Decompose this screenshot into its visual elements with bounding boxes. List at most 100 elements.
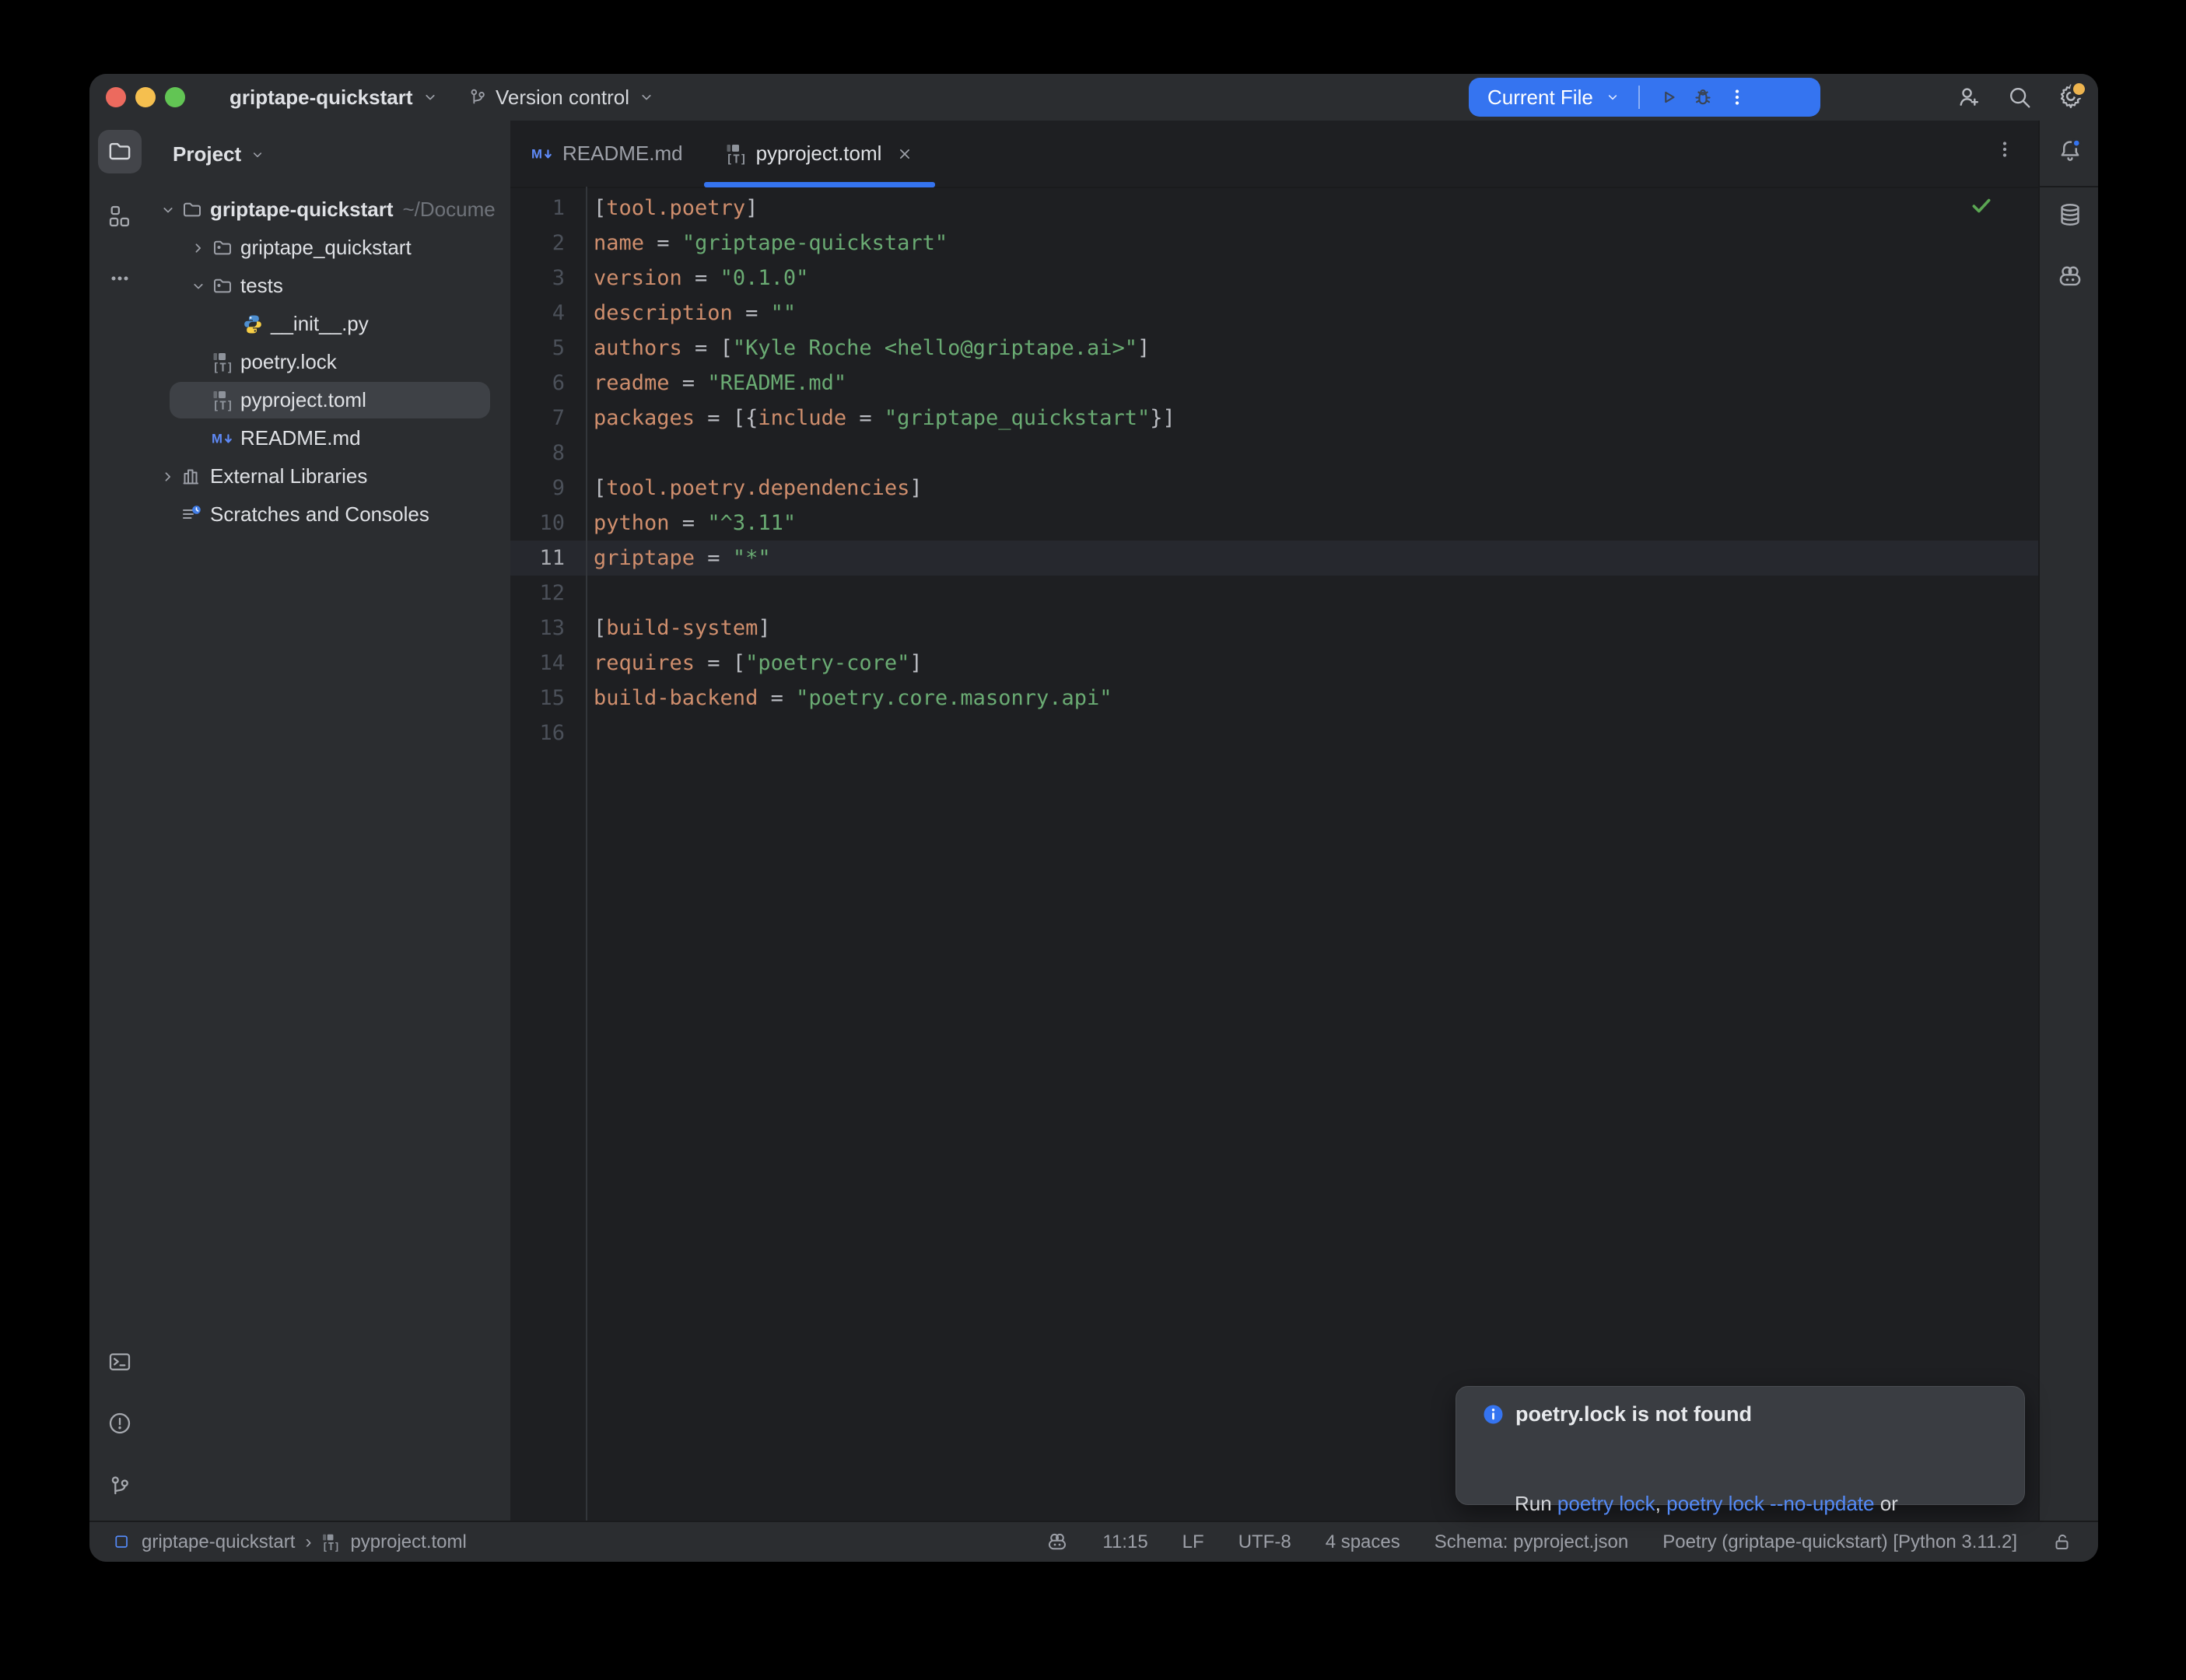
minimize-window-button[interactable] [135, 87, 156, 107]
tree-item--init-py[interactable]: __init__.py [150, 305, 510, 343]
notification-title: poetry.lock is not found [1515, 1402, 1752, 1426]
line-number[interactable]: 10 [510, 506, 586, 541]
problems-tool-button[interactable] [98, 1402, 142, 1445]
line-number[interactable]: 11 [510, 541, 586, 576]
line-number[interactable]: 5 [510, 331, 586, 366]
line-number[interactable]: 4 [510, 296, 586, 331]
project-tool-button[interactable] [98, 130, 142, 173]
debug-button-icon[interactable] [1691, 86, 1715, 109]
tree-item-readme-md[interactable]: MREADME.md [150, 419, 510, 457]
settings-gear-icon[interactable] [2058, 84, 2084, 110]
ai-status-icon[interactable] [1046, 1531, 1068, 1553]
traffic-lights [106, 87, 185, 107]
code-line-10[interactable]: 10python = "^3.11" [510, 506, 2038, 541]
svg-text:[T]: [T] [212, 360, 233, 373]
poetry-lock-no-update-link[interactable]: poetry lock --no-update [1666, 1492, 1874, 1515]
code-editor[interactable]: 1[tool.poetry]2name = "griptape-quicksta… [510, 187, 2038, 1521]
zoom-window-button[interactable] [165, 87, 185, 107]
code-line-2[interactable]: 2name = "griptape-quickstart" [510, 226, 2038, 261]
code-line-3[interactable]: 3version = "0.1.0" [510, 261, 2038, 296]
line-number[interactable]: 1 [510, 191, 586, 226]
line-number[interactable]: 9 [510, 471, 586, 506]
code-line-14[interactable]: 14requires = ["poetry-core"] [510, 646, 2038, 681]
line-number[interactable]: 3 [510, 261, 586, 296]
tree-item-external-libraries[interactable]: External Libraries [150, 457, 510, 495]
code-line-9[interactable]: 9[tool.poetry.dependencies] [510, 471, 2038, 506]
line-number[interactable]: 15 [510, 681, 586, 716]
line-number[interactable]: 14 [510, 646, 586, 681]
tree-item-label: README.md [240, 426, 361, 450]
lock-open-icon[interactable] [2051, 1531, 2073, 1553]
tree-item-tests[interactable]: tests [150, 267, 510, 305]
project-panel-header[interactable]: Project [173, 142, 266, 166]
more-tool-windows-button[interactable] [98, 257, 142, 300]
chevron-right-icon[interactable] [185, 239, 212, 257]
indent-style[interactable]: 4 spaces [1326, 1531, 1400, 1553]
info-icon [1483, 1404, 1504, 1425]
code-line-4[interactable]: 4description = "" [510, 296, 2038, 331]
structure-tool-button[interactable] [98, 194, 142, 238]
line-number[interactable]: 7 [510, 401, 586, 436]
line-ending[interactable]: LF [1182, 1531, 1204, 1553]
tab-pyproject[interactable]: [T] pyproject.toml [704, 121, 936, 187]
line-number[interactable]: 13 [510, 611, 586, 646]
caret-position[interactable]: 11:15 [1102, 1531, 1147, 1553]
code-line-11[interactable]: 11griptape = "*" [510, 541, 2038, 576]
search-icon[interactable] [2007, 85, 2033, 110]
database-tool-icon[interactable] [2057, 201, 2083, 228]
tab-label: pyproject.toml [756, 142, 882, 166]
code-line-12[interactable]: 12 [510, 576, 2038, 611]
notifications-bell-icon[interactable] [2057, 138, 2083, 164]
project-selector[interactable]: griptape-quickstart [229, 74, 440, 121]
code-line-1[interactable]: 1[tool.poetry] [510, 191, 2038, 226]
code-line-16[interactable]: 16 [510, 716, 2038, 751]
add-user-icon[interactable] [1957, 85, 1982, 110]
chevron-down-icon[interactable] [155, 201, 181, 219]
line-number[interactable]: 6 [510, 366, 586, 401]
code-line-13[interactable]: 13[build-system] [510, 611, 2038, 646]
code-line-8[interactable]: 8 [510, 436, 2038, 471]
more-run-options-icon[interactable] [1725, 86, 1749, 109]
terminal-tool-button[interactable] [98, 1340, 142, 1384]
tree-item-label: pyproject.toml [240, 388, 366, 412]
poetry-lock-link[interactable]: poetry lock [1557, 1492, 1655, 1515]
line-number[interactable]: 8 [510, 436, 586, 471]
run-button-icon[interactable] [1657, 86, 1680, 109]
code-line-text: authors = ["Kyle Roche <hello@griptape.a… [586, 331, 1150, 366]
close-tab-icon[interactable] [895, 145, 914, 163]
code-line-text: [tool.poetry] [586, 191, 758, 226]
code-line-15[interactable]: 15build-backend = "poetry.core.masonry.a… [510, 681, 2038, 716]
left-tool-stripe [89, 121, 152, 1521]
code-line-5[interactable]: 5authors = ["Kyle Roche <hello@griptape.… [510, 331, 2038, 366]
tree-item-pyproject-toml[interactable]: [T]pyproject.toml [150, 381, 510, 419]
tree-item-poetry-lock[interactable]: [T]poetry.lock [150, 343, 510, 381]
line-number[interactable]: 16 [510, 716, 586, 751]
code-line-7[interactable]: 7packages = [{include = "griptape_quicks… [510, 401, 2038, 436]
tree-item-label: griptape_quickstart [240, 236, 412, 260]
tree-item-path: ~/Docume [403, 198, 496, 222]
breadcrumb-file[interactable]: pyproject.toml [350, 1531, 466, 1553]
tree-item-griptape-quickstart[interactable]: griptape_quickstart [150, 229, 510, 267]
encoding[interactable]: UTF-8 [1238, 1531, 1291, 1553]
tree-item-label: tests [240, 274, 283, 298]
editor-more-icon[interactable] [1993, 138, 2016, 161]
run-config-selector[interactable]: Current File [1487, 86, 1593, 110]
line-number[interactable]: 12 [510, 576, 586, 611]
chevron-down-icon [637, 88, 656, 107]
code-line-text: [tool.poetry.dependencies] [586, 471, 923, 506]
vcs-widget[interactable]: Version control [468, 74, 656, 121]
chevron-down-icon[interactable] [185, 277, 212, 296]
breadcrumb-project[interactable]: griptape-quickstart [142, 1531, 295, 1553]
tree-item-griptape-quickstart[interactable]: griptape-quickstart~/Docume [150, 191, 510, 229]
vcs-tool-button[interactable] [98, 1465, 142, 1508]
chevron-right-icon[interactable] [155, 467, 181, 486]
tree-item-scratches-and-consoles[interactable]: Scratches and Consoles [150, 495, 510, 534]
tab-readme[interactable]: M README.md [510, 121, 704, 187]
python-icon [242, 313, 264, 335]
line-number[interactable]: 2 [510, 226, 586, 261]
close-window-button[interactable] [106, 87, 126, 107]
svg-text:M: M [531, 146, 542, 161]
ai-assistant-tool-icon[interactable] [2057, 264, 2083, 290]
chevron-down-icon[interactable] [1604, 89, 1621, 106]
code-line-6[interactable]: 6readme = "README.md" [510, 366, 2038, 401]
